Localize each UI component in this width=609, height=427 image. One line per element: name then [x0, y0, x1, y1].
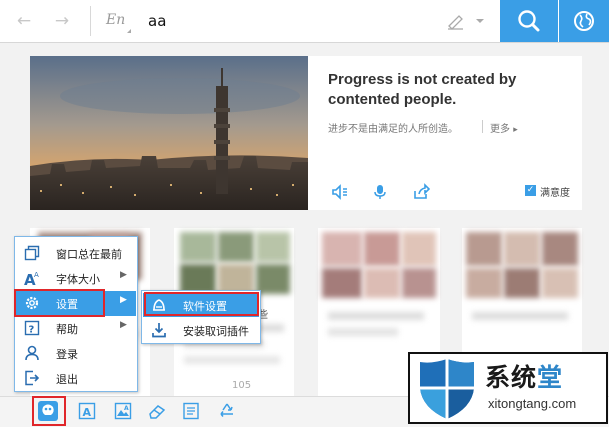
arrow-right-icon: →	[54, 11, 70, 31]
chevron-right-icon: ▸	[513, 125, 518, 135]
user-icon	[24, 345, 40, 361]
menu-item-exit[interactable]: 退出	[16, 366, 136, 391]
settings-highlight-box	[14, 289, 105, 317]
translate-doc-icon[interactable]	[182, 402, 200, 420]
window-icon	[24, 245, 40, 261]
toolbar-divider	[90, 6, 91, 36]
watermark-title-accent: 堂	[537, 363, 564, 392]
image-translate-icon[interactable]: A	[114, 402, 132, 420]
svg-text:A: A	[34, 271, 39, 279]
language-corner-mark	[127, 29, 131, 33]
svg-text:A: A	[124, 405, 129, 412]
software-settings-highlight-box	[144, 292, 259, 316]
menu-item-label: 字体大小	[56, 273, 100, 286]
chevron-right-icon: ▶	[120, 270, 127, 280]
menu-item-install-plugin[interactable]: 安装取词插件	[143, 318, 259, 342]
watermark-title-main: 系统	[485, 363, 538, 392]
shield-logo-icon	[414, 356, 480, 422]
svg-text:?: ?	[29, 325, 35, 336]
daily-photo	[30, 56, 308, 210]
more-label: 更多	[490, 124, 510, 135]
eraser-icon[interactable]	[148, 402, 166, 420]
forward-button[interactable]: →	[52, 11, 72, 31]
quote-divider	[482, 120, 483, 133]
satisfaction-label: 满意度	[540, 188, 570, 199]
menu-item-label: 帮助	[56, 323, 78, 336]
search-input[interactable]	[148, 9, 428, 33]
globe-icon	[574, 11, 594, 31]
toolbar: ← → En	[0, 0, 609, 43]
menu-item-label: 退出	[56, 373, 78, 386]
arrow-left-icon: ←	[16, 11, 32, 31]
back-button[interactable]: ←	[14, 11, 34, 31]
menu-item-label: 窗口总在最前	[56, 248, 122, 261]
feed-card-2-likes: 105	[232, 380, 252, 391]
menu-item-login[interactable]: 登录	[16, 341, 136, 366]
globe-button[interactable]	[559, 0, 609, 42]
font-size-icon: AA	[24, 270, 40, 289]
search-icon	[518, 10, 540, 32]
chevron-right-icon: ▶	[120, 320, 127, 330]
menu-item-font-size[interactable]: AA 字体大小 ▶	[16, 266, 136, 291]
recycle-icon[interactable]	[218, 402, 236, 420]
share-icon[interactable]	[412, 183, 431, 201]
microphone-icon[interactable]	[371, 183, 389, 201]
quote-english: Progress is not created by contented peo…	[328, 71, 517, 108]
handwriting-icon[interactable]	[447, 12, 465, 30]
satisfaction-checkbox[interactable]: ✓	[525, 185, 536, 196]
help-icon: ?	[24, 320, 40, 336]
search-button[interactable]	[500, 0, 558, 42]
download-icon	[151, 322, 167, 338]
menu-item-label: 安装取词插件	[183, 325, 249, 338]
chevron-down-icon[interactable]	[476, 19, 484, 23]
chevron-right-icon: ▶	[120, 295, 127, 305]
menu-item-help[interactable]: ? 帮助 ▶	[16, 316, 136, 341]
menu-item-always-on-top[interactable]: 窗口总在最前	[16, 241, 136, 266]
more-link[interactable]: 更多 ▸	[490, 120, 518, 135]
speaker-icon[interactable]	[331, 183, 349, 201]
quote-chinese: 进步不是由满足的人所创造。	[328, 124, 458, 135]
watermark-title: 系统堂	[485, 358, 563, 394]
watermark-url: xitongtang.com	[488, 396, 577, 411]
menu-item-label: 登录	[56, 348, 78, 361]
language-selector[interactable]: En	[106, 12, 125, 28]
svg-text:A: A	[83, 406, 92, 419]
app-menu-highlight-box	[32, 396, 66, 426]
text-icon[interactable]: A	[78, 402, 96, 420]
exit-icon	[24, 370, 40, 386]
